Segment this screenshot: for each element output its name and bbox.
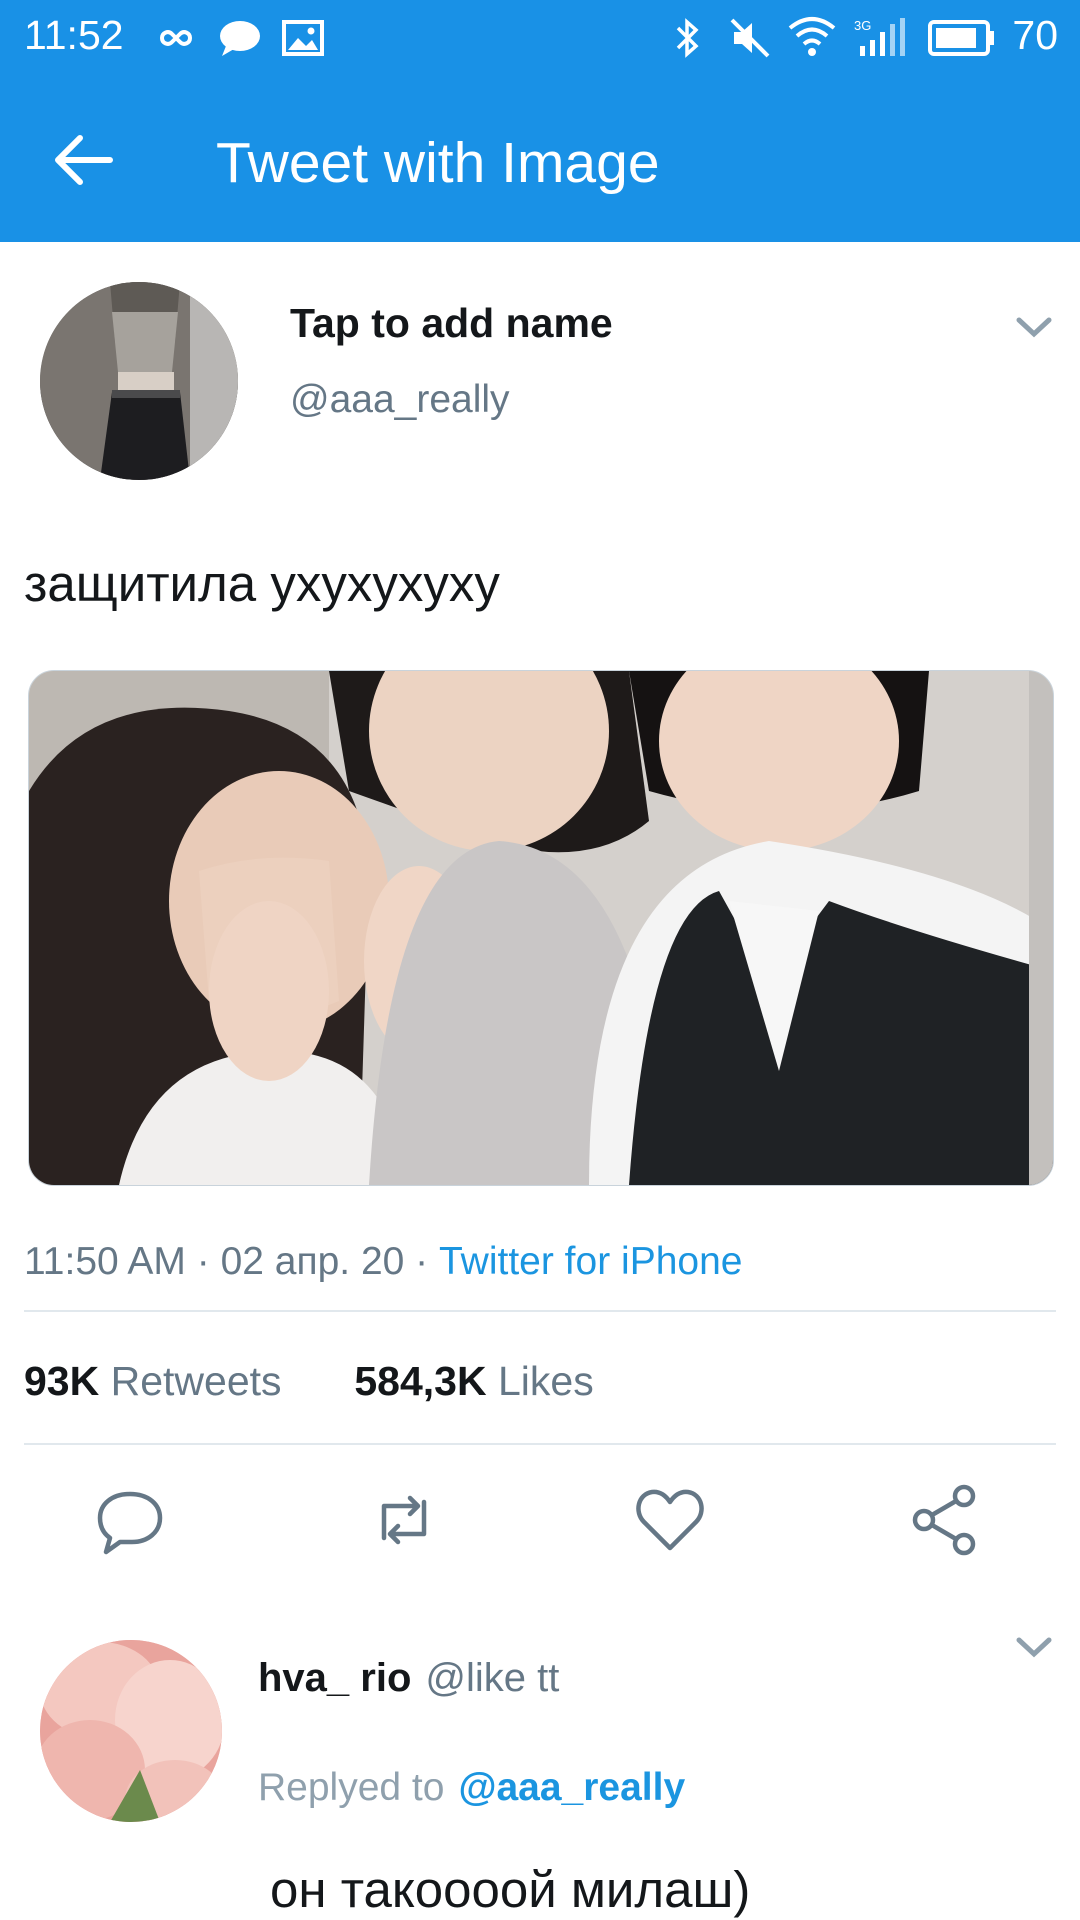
svg-text:3G: 3G: [854, 18, 871, 33]
reply-author-handle: @like tt: [425, 1656, 560, 1700]
avatar-image: [40, 282, 238, 480]
replied-label: Replyed to: [258, 1766, 445, 1809]
chevron-down-icon[interactable]: [1016, 316, 1052, 338]
battery-icon: [928, 20, 994, 56]
tweet-meta: 11:50 AM · 02 апр. 20 · Twitter for iPho…: [24, 1240, 742, 1284]
replied-to-line: Replyed to @aaa_really: [258, 1766, 685, 1810]
mute-icon: [730, 18, 770, 58]
meta-separator: ·: [404, 1240, 439, 1283]
divider: [24, 1443, 1056, 1445]
divider: [24, 1310, 1056, 1312]
wifi-icon: [788, 17, 836, 56]
message-icon: [220, 21, 260, 56]
author-name[interactable]: Tap to add name: [290, 300, 613, 347]
likes-label: Likes: [497, 1358, 594, 1404]
retweets-stat[interactable]: 93K Retweets: [24, 1358, 282, 1404]
reply-text: он такоооой милаш): [270, 1861, 751, 1918]
status-time: 11:52: [24, 12, 124, 58]
reply-author[interactable]: hva_ rio @like tt: [258, 1656, 559, 1701]
page-title: Tweet with Image: [216, 131, 660, 195]
arrow-left-icon: [55, 135, 113, 185]
reply-avatar[interactable]: [40, 1640, 222, 1822]
tweet-time: 11:50 AM: [24, 1240, 186, 1283]
tweet-source-link[interactable]: Twitter for iPhone: [439, 1240, 742, 1283]
likes-count: 584,3K: [354, 1358, 487, 1404]
chevron-down-icon[interactable]: [1016, 1636, 1052, 1658]
back-button[interactable]: [50, 130, 120, 190]
meta-separator: ·: [185, 1240, 221, 1283]
heart-icon: [636, 1489, 704, 1551]
tweet-stats: 93K Retweets 584,3K Likes: [24, 1358, 594, 1405]
reply-author-name: hva_ rio: [258, 1656, 412, 1700]
photo: [29, 671, 1053, 1185]
like-button[interactable]: [630, 1480, 710, 1560]
share-icon: [912, 1484, 976, 1556]
infinity-icon: [159, 30, 193, 46]
tweet-text: защитила ухухухуху: [24, 555, 500, 612]
tweet-date: 02 апр. 20: [220, 1240, 405, 1283]
likes-stat[interactable]: 584,3K Likes: [354, 1358, 593, 1404]
author-handle: @aaa_really: [290, 378, 510, 421]
retweet-icon: [381, 1495, 427, 1545]
comment-icon: [97, 1491, 163, 1555]
retweets-count: 93K: [24, 1358, 100, 1404]
reply-button[interactable]: [90, 1480, 170, 1560]
replied-to-link[interactable]: @aaa_really: [458, 1766, 685, 1809]
bluetooth-icon: [676, 18, 699, 58]
signal-3g-icon: 3G: [854, 18, 905, 56]
battery-percent: 70: [1012, 12, 1058, 58]
tweet-image[interactable]: [28, 670, 1054, 1186]
author-avatar[interactable]: [40, 282, 238, 480]
retweets-label: Retweets: [110, 1358, 282, 1404]
retweet-button[interactable]: [364, 1480, 444, 1560]
share-button[interactable]: [906, 1480, 986, 1560]
avatar-image: [40, 1640, 222, 1822]
gallery-icon: [282, 20, 324, 56]
